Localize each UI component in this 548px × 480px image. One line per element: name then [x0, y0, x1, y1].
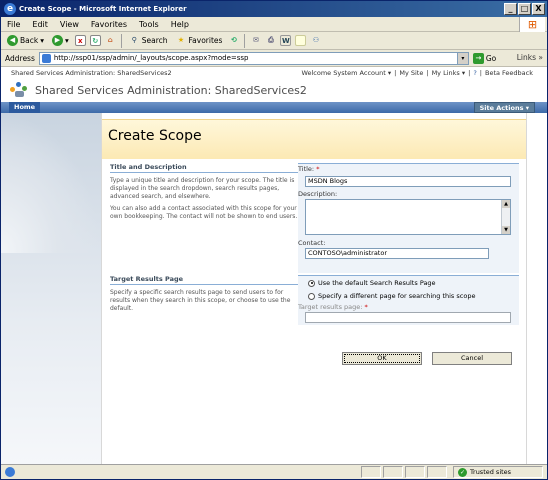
print-icon[interactable]: ⎙ — [265, 35, 276, 46]
address-input[interactable]: http://ssp01/ssp/admin/_layouts/scope.as… — [38, 51, 469, 65]
section-target-results: Target Results Page Specify a specific s… — [110, 275, 519, 335]
page-title: Create Scope — [108, 128, 202, 144]
section-fields: Use the default Search Results Page Spec… — [298, 275, 519, 325]
title-label: Title: * — [298, 165, 320, 173]
security-zone[interactable]: ✓ Trusted sites — [453, 466, 543, 478]
description-label: Description: — [298, 190, 338, 198]
section-description: Type a unique title and description for … — [110, 177, 295, 200]
section-description-contact: You can also add a contact associated wi… — [110, 205, 298, 220]
stop-icon[interactable]: x — [74, 35, 86, 46]
menu-file[interactable]: File — [7, 20, 20, 29]
page-icon — [41, 53, 51, 63]
ie-icon: e — [4, 3, 16, 15]
status-bar: ✓ Trusted sites — [1, 464, 547, 479]
menu-edit[interactable]: Edit — [32, 20, 48, 29]
word-edit-icon[interactable]: W — [280, 35, 292, 46]
title-bar: e Create Scope - Microsoft Internet Expl… — [1, 1, 547, 17]
go-button[interactable]: → Go — [472, 52, 496, 64]
address-bar: Address http://ssp01/ssp/admin/_layouts/… — [1, 50, 547, 67]
back-arrow-icon: ◀ — [7, 35, 18, 46]
help-icon[interactable]: ? — [473, 67, 476, 79]
home-icon[interactable]: ⌂ — [105, 35, 116, 46]
page-content: Shared Services Administration: SharedSe… — [1, 67, 547, 464]
search-icon: ⚲ — [131, 36, 137, 44]
page-status-icon — [5, 467, 15, 477]
top-links: Welcome System Account ▾ | My Site | My Li… — [301, 67, 533, 79]
forward-button[interactable]: ▶ ▾ — [50, 34, 71, 48]
radio-selected-icon — [308, 279, 315, 287]
mail-icon[interactable]: ✉ — [250, 35, 261, 46]
go-arrow-icon: → — [472, 52, 484, 64]
refresh-icon[interactable]: ↻ — [89, 35, 101, 46]
menu-help[interactable]: Help — [171, 20, 189, 29]
menu-bar: File Edit View Favorites Tools Help ⊞ — [1, 17, 547, 32]
welcome-menu[interactable]: Welcome System Account ▾ — [301, 67, 391, 79]
radio-unselected-icon — [308, 292, 315, 300]
beta-feedback-link[interactable]: Beta Feedback — [485, 67, 533, 79]
menu-tools[interactable]: Tools — [139, 20, 159, 29]
contact-label: Contact: — [298, 239, 326, 247]
history-icon[interactable]: ⟲ — [228, 35, 239, 46]
favorites-button[interactable]: ★ Favorites — [174, 34, 225, 48]
main-area: Create Scope Title and Description Type … — [101, 113, 527, 464]
page-title-area: Create Scope — [102, 119, 526, 159]
notes-icon[interactable] — [295, 35, 307, 46]
section-heading: Title and Description — [110, 163, 298, 173]
radio-default-results[interactable]: Use the default Search Results Page — [308, 279, 436, 287]
radio-specify-page[interactable]: Specify a different page for searching t… — [308, 292, 475, 300]
title-input[interactable]: MSDN Blogs — [305, 176, 511, 187]
section-title-description: Title and Description Type a unique titl… — [110, 163, 519, 273]
window-title: Create Scope - Microsoft Internet Explor… — [19, 5, 187, 13]
site-banner: Shared Services Administration: SharedSe… — [1, 79, 547, 102]
minimize-button[interactable]: _ — [504, 3, 517, 15]
target-page-label: Target results page: * — [298, 303, 368, 311]
contact-input[interactable]: CONTOSO\administrator — [305, 248, 489, 259]
browser-window: e Create Scope - Microsoft Internet Expl… — [0, 0, 548, 480]
address-dropdown[interactable]: ▾ — [456, 52, 468, 64]
my-links-menu[interactable]: My Links ▾ — [432, 67, 466, 79]
section-fields: Title: * MSDN Blogs Description: ▲ ▼ Con… — [298, 163, 519, 273]
left-nav-pane — [1, 113, 101, 464]
section-heading: Target Results Page — [110, 275, 298, 285]
my-site-link[interactable]: My Site — [399, 67, 423, 79]
ok-button[interactable]: OK — [342, 352, 422, 365]
back-button[interactable]: ◀ Back ▾ — [5, 34, 46, 48]
search-button[interactable]: ⚲ Search — [127, 34, 170, 48]
site-title[interactable]: Shared Services Administration: SharedSe… — [35, 84, 307, 97]
messenger-icon[interactable]: ⚇ — [310, 35, 321, 46]
toolbar: ◀ Back ▾ ▶ ▾ x ↻ ⌂ ⚲ Search ★ Favorites ⟲ … — [1, 32, 547, 50]
target-page-input[interactable] — [305, 312, 511, 323]
close-button[interactable]: X — [532, 3, 545, 15]
address-label: Address — [5, 53, 35, 63]
description-textarea[interactable]: ▲ ▼ — [305, 199, 511, 235]
star-icon: ★ — [177, 36, 185, 44]
top-nav: Home Site Actions ▾ — [1, 102, 547, 113]
menu-view[interactable]: View — [60, 20, 79, 29]
windows-logo-icon: ⊞ — [519, 17, 545, 32]
cancel-button[interactable]: Cancel — [432, 352, 512, 365]
site-actions-menu[interactable]: Site Actions ▾ — [473, 102, 535, 113]
tab-home[interactable]: Home — [9, 102, 41, 113]
trusted-check-icon: ✓ — [458, 467, 467, 477]
menu-favorites[interactable]: Favorites — [91, 20, 127, 29]
sharepoint-logo-icon — [10, 82, 30, 98]
section-description: Specify a specific search results page t… — [110, 289, 291, 312]
maximize-button[interactable]: □ — [518, 3, 531, 15]
description-scrollbar[interactable]: ▲ ▼ — [501, 200, 510, 234]
links-button[interactable]: Links » — [517, 53, 543, 62]
forward-arrow-icon: ▶ — [51, 35, 63, 46]
